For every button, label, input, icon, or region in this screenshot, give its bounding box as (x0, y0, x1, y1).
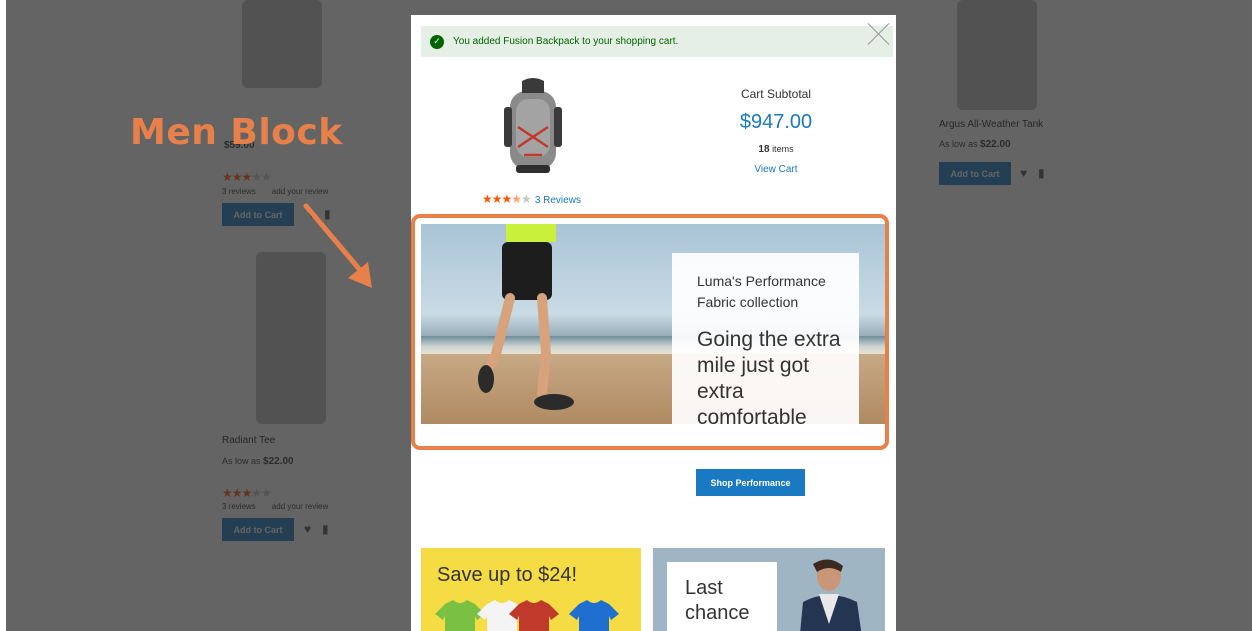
view-cart-link[interactable]: View Cart (691, 164, 861, 175)
add-to-cart-button[interactable]: Add to Cart (222, 203, 294, 226)
promo-text: Save up to $24! (437, 564, 578, 586)
product-rating: ★★★★★ 3 Reviews (482, 192, 581, 206)
compare-icon[interactable]: ▮ (322, 522, 329, 536)
runner-image (478, 224, 574, 410)
product-rating: ★★★★★ (222, 170, 272, 184)
shop-performance-button[interactable]: Shop Performance (696, 469, 805, 496)
review-links[interactable]: 3 reviews add your review (222, 187, 328, 196)
product-price: As low as $22.00 (222, 456, 294, 467)
save-promo-block[interactable]: Save up to $24! (421, 548, 641, 631)
annotation-label: Men Block (130, 112, 343, 153)
product-thumbnail[interactable] (496, 77, 571, 177)
product-name[interactable]: Radiant Tee (222, 435, 275, 446)
success-text: You added Fusion Backpack to your shoppi… (453, 36, 679, 47)
check-icon: ✓ (430, 34, 444, 49)
product-name[interactable]: Argus All-Weather Tank (939, 119, 1043, 130)
product-image[interactable] (957, 0, 1037, 110)
cart-subtotal-label: Cart Subtotal (740, 87, 812, 101)
success-message: ✓ You added Fusion Backpack to your shop… (421, 26, 893, 57)
annotation-arrow (303, 203, 372, 288)
cart-items-count: 18 items (758, 144, 794, 155)
wishlist-icon[interactable]: ♥ (304, 522, 311, 536)
performance-banner[interactable]: Luma's Performance Fabric collection Goi… (421, 224, 885, 424)
cart-subtotal-value: $947.00 (739, 111, 813, 133)
tshirt-icon (569, 600, 619, 631)
add-to-cart-modal: ✓ You added Fusion Backpack to your shop… (411, 15, 896, 631)
compare-icon[interactable]: ▮ (1038, 166, 1045, 180)
promo-card: Last chance (667, 562, 777, 631)
add-to-cart-button[interactable]: Add to Cart (222, 518, 294, 541)
banner-headline: Going the extra mile just got extra comf… (697, 328, 841, 424)
wishlist-icon[interactable]: ♥ (1020, 166, 1027, 180)
screenshot-frame: $59.00 ★★★★★ 3 reviews add your review Ad… (0, 0, 1258, 631)
product-price: As low as $22.00 (939, 139, 1011, 150)
last-chance-promo-block[interactable]: Last chance (653, 548, 885, 631)
close-icon[interactable] (867, 21, 891, 45)
promo-line-2: chance (685, 602, 750, 624)
tshirt-icon (509, 600, 559, 631)
review-links[interactable]: 3 reviews add your review (222, 502, 328, 511)
banner-text-card: Luma's Performance Fabric collection Goi… (672, 253, 859, 424)
product-image[interactable] (242, 0, 322, 88)
product-rating: ★★★★★ (222, 486, 272, 500)
promo-line-1: Last (685, 577, 723, 599)
model-image (800, 559, 862, 631)
reviews-link[interactable]: 3 Reviews (535, 195, 581, 206)
add-to-cart-button[interactable]: Add to Cart (939, 162, 1011, 185)
banner-subtitle: Luma's Performance Fabric collection (697, 273, 826, 310)
